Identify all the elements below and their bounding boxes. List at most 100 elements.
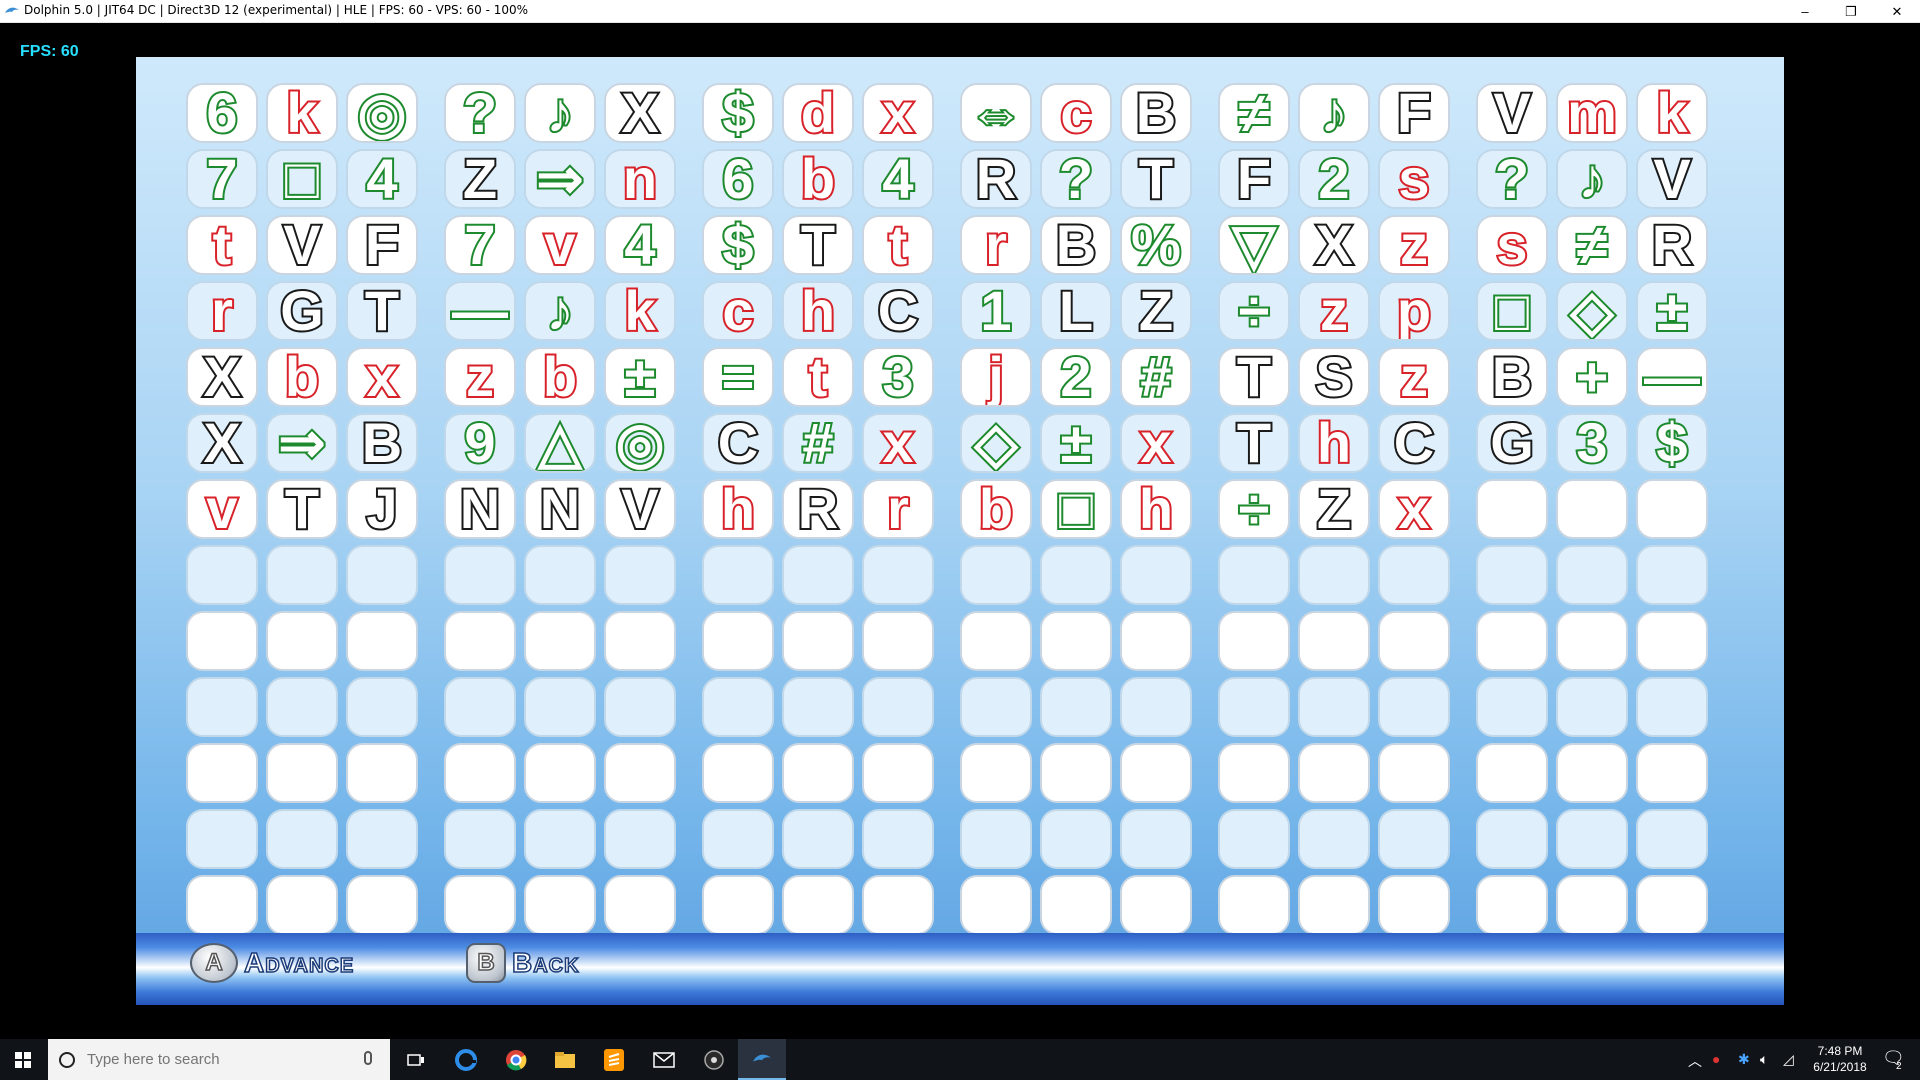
grid-cell[interactable]: B: [346, 413, 418, 473]
grid-cell[interactable]: [266, 875, 338, 935]
advance-control[interactable]: A Advance: [190, 943, 354, 983]
grid-cell[interactable]: [346, 611, 418, 671]
grid-cell[interactable]: k: [604, 281, 676, 341]
grid-cell[interactable]: X: [186, 413, 258, 473]
grid-cell[interactable]: k: [266, 83, 338, 143]
grid-cell[interactable]: [1298, 875, 1370, 935]
grid-cell[interactable]: ?: [444, 83, 516, 143]
grid-cell[interactable]: 6: [186, 83, 258, 143]
grid-cell[interactable]: c: [702, 281, 774, 341]
grid-cell[interactable]: [346, 809, 418, 869]
grid-cell[interactable]: [1298, 677, 1370, 737]
grid-cell[interactable]: $: [702, 83, 774, 143]
grid-cell[interactable]: m: [1556, 83, 1628, 143]
grid-cell[interactable]: ♪: [1298, 83, 1370, 143]
grid-cell[interactable]: X: [186, 347, 258, 407]
grid-cell[interactable]: B: [1040, 215, 1112, 275]
grid-cell[interactable]: [960, 611, 1032, 671]
grid-cell[interactable]: r: [186, 281, 258, 341]
grid-cell[interactable]: 2: [1298, 149, 1370, 209]
grid-cell[interactable]: X: [604, 83, 676, 143]
grid-cell[interactable]: F: [1218, 149, 1290, 209]
grid-cell[interactable]: [1636, 545, 1708, 605]
grid-cell[interactable]: [444, 743, 516, 803]
grid-cell[interactable]: X: [1298, 215, 1370, 275]
grid-cell[interactable]: t: [862, 215, 934, 275]
grid-cell[interactable]: s: [1378, 149, 1450, 209]
grid-cell[interactable]: ♪: [524, 281, 596, 341]
search-input[interactable]: [85, 1050, 359, 1069]
microphone-icon[interactable]: [364, 1051, 372, 1065]
grid-cell[interactable]: V: [1636, 149, 1708, 209]
close-button[interactable]: ✕: [1874, 0, 1920, 23]
grid-cell[interactable]: 4: [604, 215, 676, 275]
grid-cell[interactable]: [1636, 611, 1708, 671]
grid-cell[interactable]: [346, 875, 418, 935]
grid-cell[interactable]: Z: [444, 149, 516, 209]
taskbar-app-chrome[interactable]: [492, 1039, 540, 1080]
grid-cell[interactable]: z: [444, 347, 516, 407]
grid-cell[interactable]: [702, 875, 774, 935]
grid-cell[interactable]: [782, 545, 854, 605]
grid-cell[interactable]: r: [862, 479, 934, 539]
taskbar-search-box[interactable]: [48, 1039, 390, 1080]
grid-cell[interactable]: [1040, 743, 1112, 803]
grid-cell[interactable]: [604, 611, 676, 671]
grid-cell[interactable]: S: [1298, 347, 1370, 407]
grid-cell[interactable]: ◎: [346, 83, 418, 143]
grid-cell[interactable]: 3: [1556, 413, 1628, 473]
grid-cell[interactable]: x: [346, 347, 418, 407]
grid-cell[interactable]: [1298, 743, 1370, 803]
grid-cell[interactable]: [782, 743, 854, 803]
grid-cell[interactable]: b: [782, 149, 854, 209]
grid-cell[interactable]: [1378, 677, 1450, 737]
minimize-button[interactable]: –: [1782, 0, 1828, 23]
grid-cell[interactable]: [1218, 677, 1290, 737]
grid-cell[interactable]: =: [702, 347, 774, 407]
grid-cell[interactable]: [960, 743, 1032, 803]
volume-icon[interactable]: 🔈︎: [1760, 1051, 1768, 1068]
grid-cell[interactable]: [604, 809, 676, 869]
grid-cell[interactable]: [1218, 875, 1290, 935]
grid-cell[interactable]: [1040, 545, 1112, 605]
grid-cell[interactable]: 2: [1040, 347, 1112, 407]
grid-cell[interactable]: ±: [1040, 413, 1112, 473]
grid-cell[interactable]: b: [960, 479, 1032, 539]
grid-cell[interactable]: v: [524, 215, 596, 275]
grid-cell[interactable]: 6: [702, 149, 774, 209]
grid-cell[interactable]: h: [1120, 479, 1192, 539]
grid-cell[interactable]: [444, 545, 516, 605]
grid-cell[interactable]: c: [1040, 83, 1112, 143]
grid-cell[interactable]: [1218, 809, 1290, 869]
b-button-icon[interactable]: B: [466, 943, 506, 983]
grid-cell[interactable]: ≠: [1556, 215, 1628, 275]
grid-cell[interactable]: J: [346, 479, 418, 539]
grid-cell[interactable]: ÷: [1218, 479, 1290, 539]
grid-cell[interactable]: T: [266, 479, 338, 539]
grid-cell[interactable]: [1218, 611, 1290, 671]
restore-button[interactable]: ❐: [1828, 0, 1874, 23]
taskbar-clock[interactable]: 7:48 PM 6/21/2018: [1805, 1043, 1875, 1075]
antivirus-tray-icon[interactable]: ●: [1712, 1051, 1720, 1067]
grid-cell[interactable]: ⇒: [266, 413, 338, 473]
start-button[interactable]: [0, 1039, 46, 1080]
grid-cell[interactable]: [524, 809, 596, 869]
grid-cell[interactable]: [266, 809, 338, 869]
grid-cell[interactable]: [346, 743, 418, 803]
grid-cell[interactable]: [444, 809, 516, 869]
grid-cell[interactable]: h: [702, 479, 774, 539]
grid-cell[interactable]: [1120, 809, 1192, 869]
grid-cell[interactable]: [1636, 875, 1708, 935]
grid-cell[interactable]: [266, 611, 338, 671]
grid-cell[interactable]: [186, 809, 258, 869]
grid-cell[interactable]: [444, 875, 516, 935]
grid-cell[interactable]: [960, 677, 1032, 737]
grid-cell[interactable]: [1040, 677, 1112, 737]
grid-cell[interactable]: v: [186, 479, 258, 539]
taskbar-app-dolphin[interactable]: [738, 1039, 786, 1080]
grid-cell[interactable]: ♪: [524, 83, 596, 143]
grid-cell[interactable]: ≠: [1218, 83, 1290, 143]
grid-cell[interactable]: N: [524, 479, 596, 539]
grid-cell[interactable]: B: [1120, 83, 1192, 143]
grid-cell[interactable]: 9: [444, 413, 516, 473]
